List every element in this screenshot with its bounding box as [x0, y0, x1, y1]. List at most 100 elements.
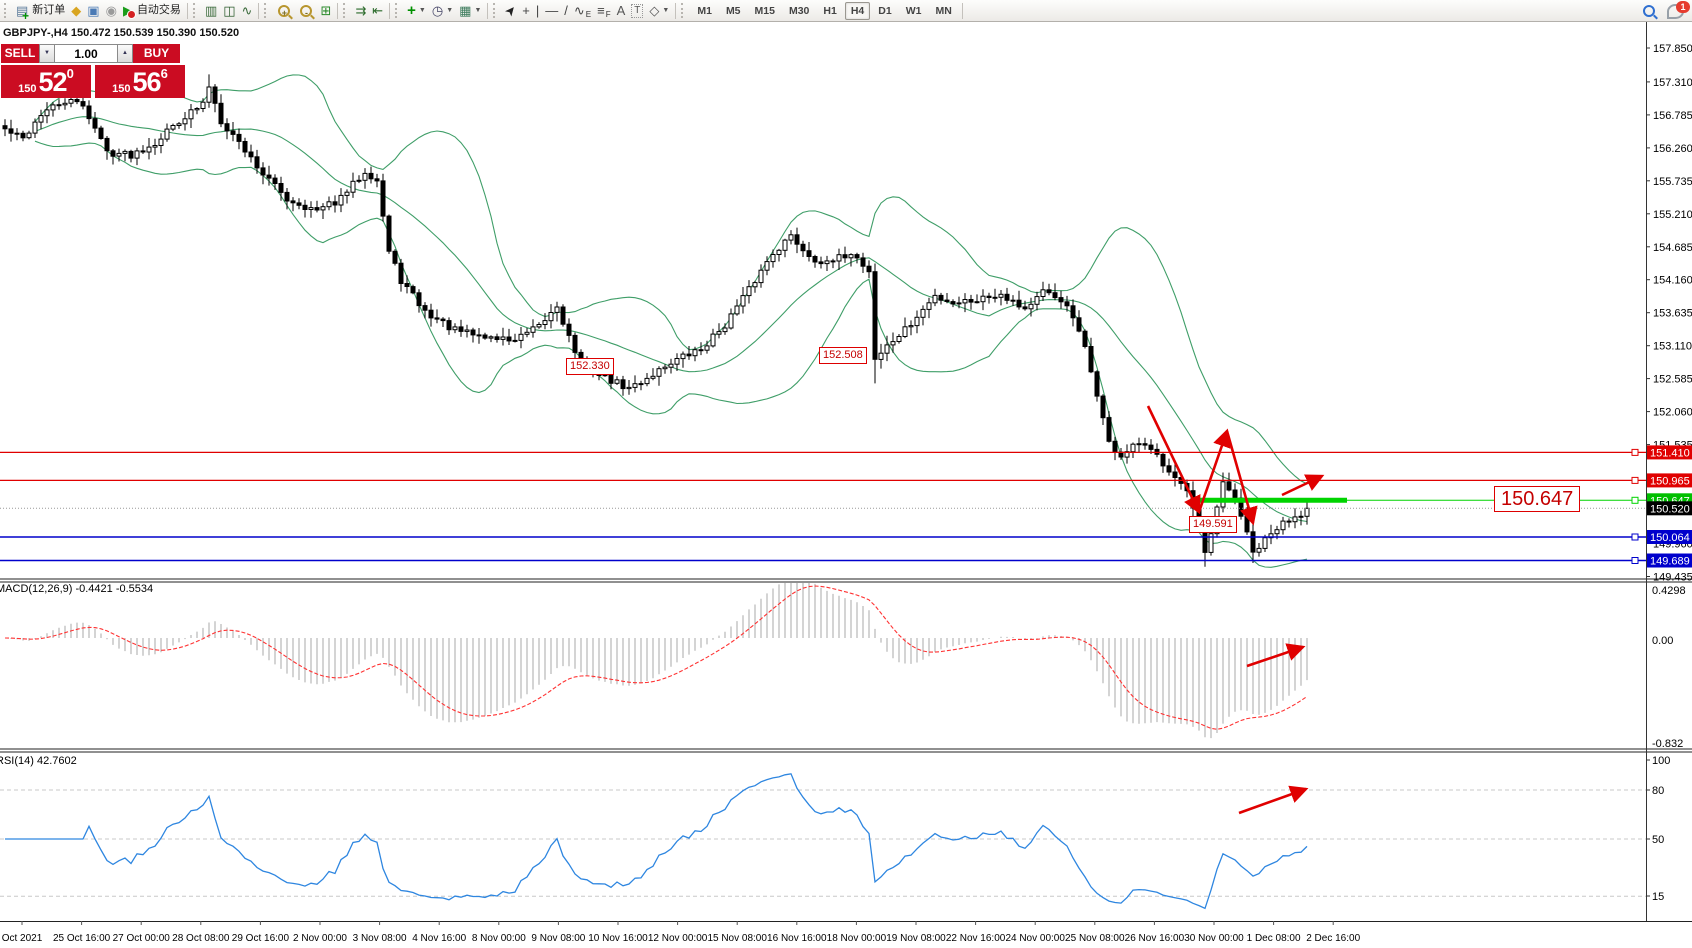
chat-icon[interactable]: 1 [1667, 4, 1684, 19]
label-icon[interactable]: T [628, 1, 646, 20]
svg-text:149.689: 149.689 [1650, 556, 1690, 568]
svg-text:2 Dec 16:00: 2 Dec 16:00 [1306, 933, 1360, 944]
vertical-line-icon[interactable]: | [533, 1, 542, 20]
chart-window-icon[interactable]: ▣ [84, 1, 102, 20]
svg-text:156.785: 156.785 [1653, 110, 1692, 122]
timeframe-h4[interactable]: H4 [845, 2, 870, 20]
svg-text:50: 50 [1652, 834, 1664, 846]
time-axis: Oct 2021 25 Oct 16:0027 Oct 00:0028 Oct 0… [2, 921, 1361, 944]
timeframe-m1[interactable]: M1 [691, 2, 718, 20]
sell-price-display[interactable]: 150520 [1, 65, 91, 98]
svg-text:155.210: 155.210 [1653, 209, 1692, 221]
rsi-line [5, 774, 1307, 909]
svg-text:22 Nov 16:00: 22 Nov 16:00 [946, 933, 1006, 944]
sell-price-figure: 150 [18, 82, 36, 96]
templates-icon[interactable]: ▦▼ [456, 1, 484, 20]
trendline-icon[interactable]: / [561, 1, 571, 20]
svg-text:150.520: 150.520 [1650, 503, 1690, 515]
timeframe-m5[interactable]: M5 [720, 2, 747, 20]
svg-text:150.965: 150.965 [1650, 475, 1690, 487]
timeframe-w1[interactable]: W1 [900, 2, 928, 20]
svg-text:29 Oct 16:00: 29 Oct 16:00 [232, 933, 290, 944]
symbol-ohlc-info: GBPJPY-,H4 150.472 150.539 150.390 150.5… [3, 27, 239, 39]
new-order-icon[interactable]: ▤新订单 [13, 1, 68, 20]
svg-text:9 Nov 08:00: 9 Nov 08:00 [531, 933, 585, 944]
tile-windows-icon[interactable]: ⊞ [317, 1, 334, 20]
svg-text:-0.832: -0.832 [1652, 738, 1683, 750]
svg-text:24 Nov 00:00: 24 Nov 00:00 [1005, 933, 1065, 944]
chart-area[interactable]: 157.850157.310156.785156.260155.735155.2… [0, 22, 1692, 948]
svg-text:1 Dec 08:00: 1 Dec 08:00 [1247, 933, 1301, 944]
svg-text:157.310: 157.310 [1653, 77, 1692, 89]
main-price-pane [3, 74, 1309, 567]
svg-text:150.064: 150.064 [1650, 532, 1690, 544]
volume-increase-button[interactable]: ▲ [117, 44, 133, 63]
svg-text:Oct 2021: Oct 2021 [2, 933, 43, 944]
svg-text:3 Nov 08:00: 3 Nov 08:00 [353, 933, 407, 944]
bollinger-bands[interactable] [35, 75, 1307, 567]
volume-decrease-button[interactable]: ▼ [39, 44, 55, 63]
sell-button[interactable]: SELL [1, 44, 39, 63]
chart-frame [0, 22, 1692, 922]
line-chart-type-icon[interactable]: ∿ [239, 1, 256, 20]
svg-text:15 Nov 08:00: 15 Nov 08:00 [707, 933, 767, 944]
zoom-out-icon[interactable]: - [295, 1, 317, 20]
horizontal-line-objects[interactable] [0, 449, 1646, 563]
svg-text:12 Nov 00:00: 12 Nov 00:00 [648, 933, 708, 944]
svg-text:100: 100 [1652, 755, 1670, 767]
cursor-icon[interactable]: ➤ [502, 1, 519, 20]
volume-input[interactable] [55, 44, 117, 63]
rsi-label: RSI(14) 42.7602 [0, 755, 77, 767]
svg-text:25 Oct 16:00: 25 Oct 16:00 [53, 933, 111, 944]
timeframe-m30[interactable]: M30 [783, 2, 815, 20]
channel-icon[interactable]: ∿E [571, 1, 594, 20]
periods-icon[interactable]: ◷▼ [429, 1, 456, 20]
svg-text:2 Nov 00:00: 2 Nov 00:00 [293, 933, 347, 944]
svg-text:151.410: 151.410 [1650, 447, 1690, 459]
timeframe-m15[interactable]: M15 [749, 2, 781, 20]
svg-text:26 Nov 16:00: 26 Nov 16:00 [1125, 933, 1185, 944]
candlestick-type-icon[interactable]: ◫ [220, 1, 238, 20]
chart-canvas: 157.850157.310156.785156.260155.735155.2… [0, 0, 1692, 948]
buy-button[interactable]: BUY [133, 44, 180, 63]
svg-text:19 Nov 08:00: 19 Nov 08:00 [886, 933, 946, 944]
svg-text:27 Oct 00:00: 27 Oct 00:00 [113, 933, 171, 944]
svg-text:15: 15 [1652, 891, 1664, 903]
svg-text:0.4298: 0.4298 [1652, 585, 1686, 597]
crosshair-icon[interactable]: + [519, 1, 533, 20]
price-callout-152330[interactable]: 152.330 [566, 358, 614, 375]
svg-text:0.00: 0.00 [1652, 635, 1673, 647]
timeframe-mn[interactable]: MN [929, 2, 957, 20]
rsi-pane [0, 774, 1646, 909]
price-callout-150647[interactable]: 150.647 [1494, 486, 1580, 512]
svg-text:149.435: 149.435 [1653, 572, 1692, 584]
svg-text:153.635: 153.635 [1653, 308, 1692, 320]
auto-scroll-icon[interactable]: ⇉ [352, 1, 369, 20]
deposit-icon[interactable]: ◆ [68, 1, 84, 20]
price-callout-152508[interactable]: 152.508 [819, 347, 867, 364]
macd-signal-line [5, 586, 1307, 729]
search-icon[interactable] [1643, 5, 1655, 17]
macd-histogram [5, 583, 1307, 738]
notification-badge: 1 [1676, 1, 1690, 13]
buy-price-display[interactable]: 150566 [95, 65, 185, 98]
svg-text:154.160: 154.160 [1653, 275, 1692, 287]
application-window: ▤新订单◆▣◉▶自动交易▥◫∿+-⊞⇉⇤+▼◷▼▦▼➤+|—/∿E≡FAT◇▼M… [0, 0, 1692, 948]
fibonacci-icon[interactable]: ≡F [594, 1, 613, 20]
svg-text:28 Oct 08:00: 28 Oct 08:00 [172, 933, 230, 944]
text-icon[interactable]: A [614, 1, 629, 20]
horizontal-line-icon[interactable]: — [542, 1, 561, 20]
timeframe-h1[interactable]: H1 [817, 2, 842, 20]
zoom-in-icon[interactable]: + [273, 1, 295, 20]
shapes-icon[interactable]: ◇▼ [646, 1, 672, 20]
chart-shift-icon[interactable]: ⇤ [369, 1, 386, 20]
svg-text:10 Nov 16:00: 10 Nov 16:00 [588, 933, 648, 944]
indicators-icon[interactable]: +▼ [404, 1, 429, 20]
price-callout-149591[interactable]: 149.591 [1189, 516, 1237, 533]
bar-chart-type-icon[interactable]: ▥ [202, 1, 220, 20]
autotrade-icon[interactable]: ▶自动交易 [120, 1, 184, 20]
signal-icon[interactable]: ◉ [103, 1, 120, 20]
svg-text:155.735: 155.735 [1653, 176, 1692, 188]
timeframe-d1[interactable]: D1 [872, 2, 897, 20]
toolbar: ▤新订单◆▣◉▶自动交易▥◫∿+-⊞⇉⇤+▼◷▼▦▼➤+|—/∿E≡FAT◇▼M… [0, 0, 1692, 22]
